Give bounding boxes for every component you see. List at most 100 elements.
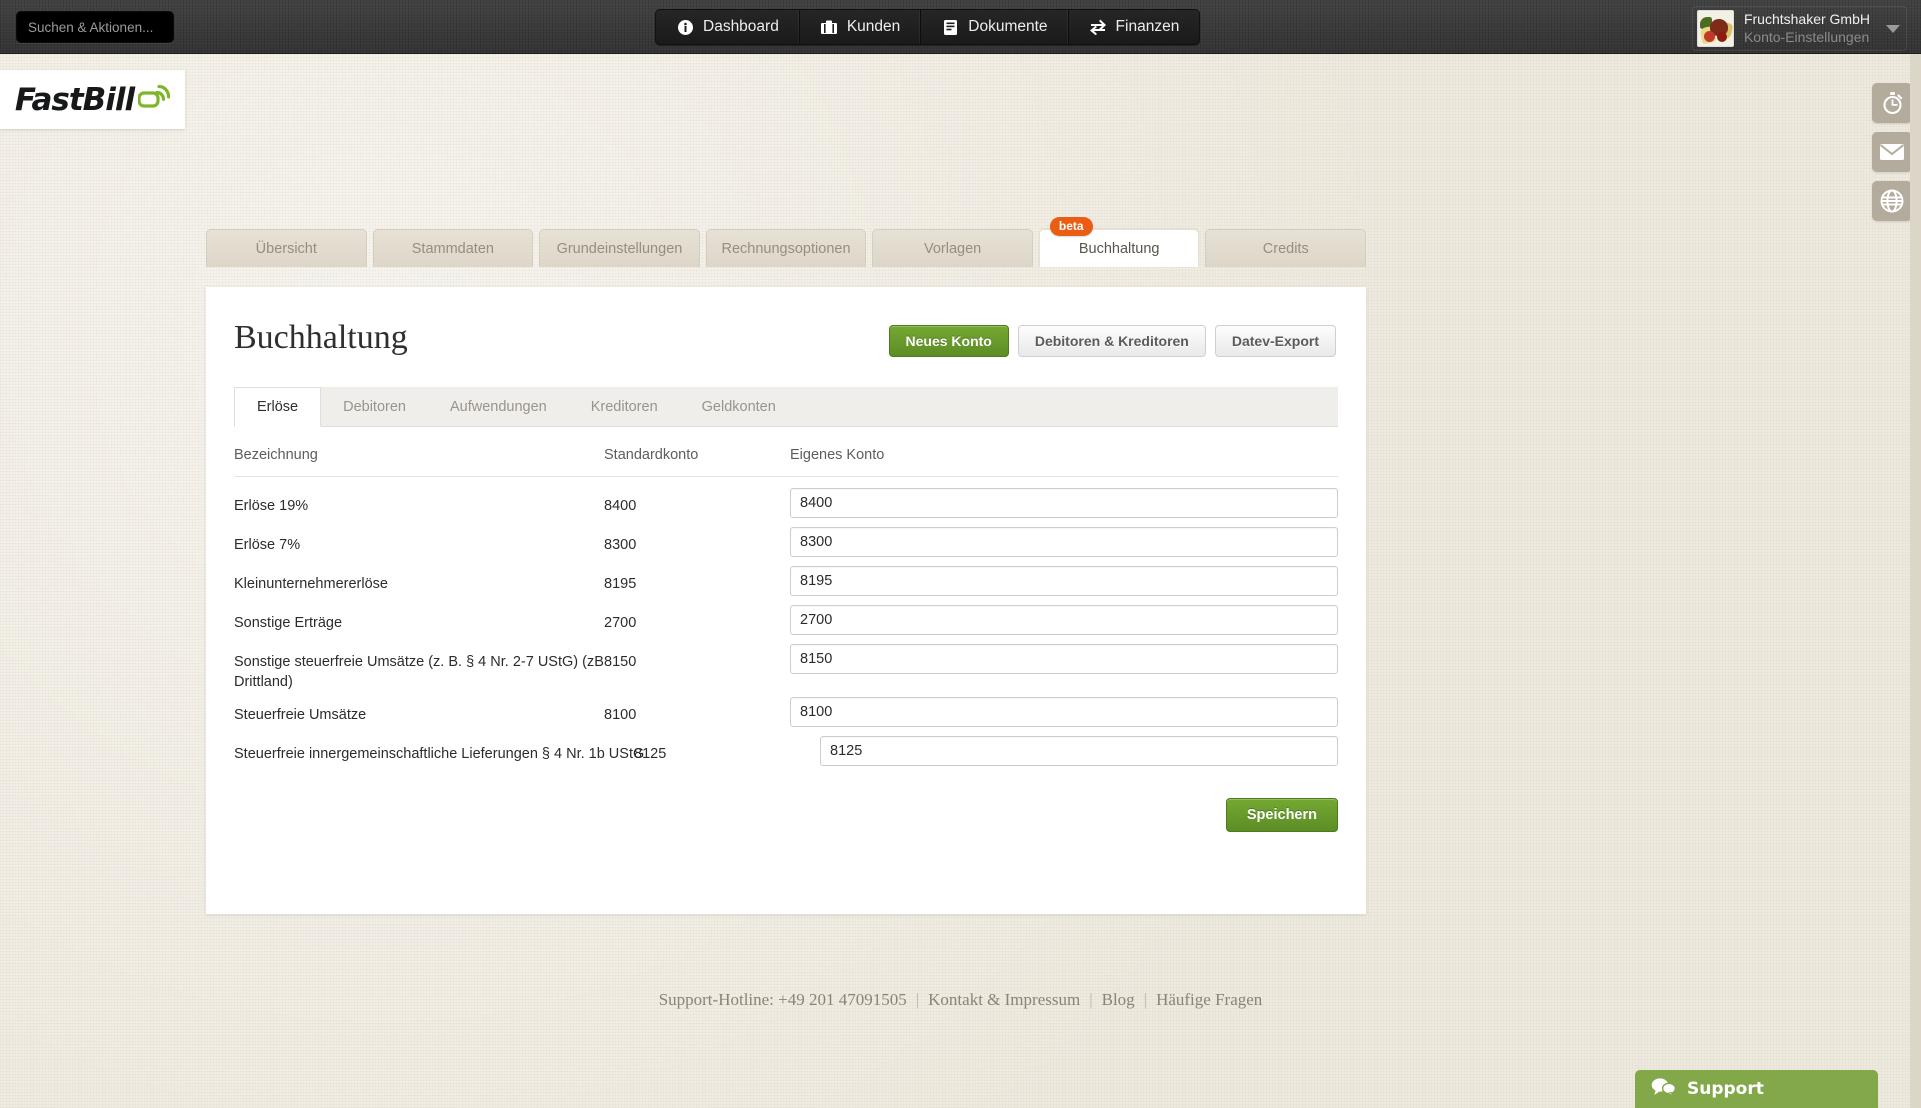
column-header-standardkonto: Standardkonto <box>604 447 699 463</box>
table-header-row: Bezeichnung Standardkonto Eigenes Konto <box>234 447 1338 477</box>
datev-export-button[interactable]: Datev-Export <box>1214 325 1336 357</box>
utility-rail <box>1872 83 1912 221</box>
nav-item-label: Dokumente <box>968 18 1048 35</box>
tab-label: Credits <box>1262 240 1309 257</box>
nav-item-dashboard[interactable]: Dashboard <box>656 10 800 44</box>
tab-kreditoren[interactable]: Kreditoren <box>569 387 680 426</box>
info-icon <box>676 18 694 36</box>
brand-name: FastBill <box>14 81 135 118</box>
chat-bubble-icon <box>1651 1077 1677 1101</box>
cell-bezeichnung: Steuerfreie innergemeinschaftliche Liefe… <box>234 746 645 763</box>
briefcase-icon <box>820 18 838 36</box>
account-menu[interactable]: Fruchtshaker GmbH Konto-Einstellungen <box>1691 6 1907 51</box>
top-bar: Suchen & Aktionen... Dashboard Kunden Do… <box>0 0 1921 54</box>
cell-bezeichnung: Kleinunternehmererlöse <box>234 576 388 592</box>
brand-logo[interactable]: FastBill <box>0 70 185 129</box>
tab-label: Debitoren <box>343 398 406 415</box>
footer-link-blog[interactable]: Blog <box>1093 990 1144 1009</box>
cell-bezeichnung: Sonstige steuerfreie Umsätze (z. B. § 4 … <box>234 654 604 690</box>
tab-geldkonten[interactable]: Geldkonten <box>680 387 798 426</box>
cell-bezeichnung: Erlöse 7% <box>234 537 301 553</box>
eigenes-konto-input[interactable] <box>790 527 1338 557</box>
table-row: Erlöse 7% 8300 <box>234 527 1338 561</box>
save-button[interactable]: Speichern <box>1225 798 1338 833</box>
tab-buchhaltung[interactable]: beta Buchhaltung <box>1038 217 1200 267</box>
tab-uebersicht[interactable]: Übersicht <box>206 229 367 267</box>
avatar <box>1696 10 1734 47</box>
nav-item-label: Kunden <box>846 18 901 35</box>
settings-tabs: Übersicht Stammdaten Grundeinstellungen … <box>206 217 1367 267</box>
cell-standardkonto: 8100 <box>604 707 637 724</box>
cell-standardkonto: 8300 <box>604 537 637 553</box>
eigenes-konto-input[interactable] <box>790 488 1338 518</box>
table-row: Sonstige steuerfreie Umsätze (z. B. § 4 … <box>234 644 1338 692</box>
tab-debitoren[interactable]: Debitoren <box>321 387 428 426</box>
tab-label: Kreditoren <box>590 398 658 415</box>
accounts-table: Bezeichnung Standardkonto Eigenes Konto … <box>234 427 1338 770</box>
page-actions: Neues Konto Debitoren & Kreditoren Datev… <box>888 321 1336 357</box>
footer-link-faq[interactable]: Häufige Fragen <box>1147 990 1271 1009</box>
table-body: Erlöse 19% 8400 Erlöse 7% 8300 Kleinunte… <box>234 477 1338 770</box>
footer-link-kontakt[interactable]: Kontakt & Impressum <box>919 990 1089 1009</box>
neues-konto-button[interactable]: Neues Konto <box>888 325 1009 357</box>
account-settings-link[interactable]: Konto-Einstellungen <box>1744 29 1870 47</box>
search-input[interactable]: Suchen & Aktionen... <box>16 11 174 43</box>
cell-standardkonto: 8150 <box>604 654 637 670</box>
tab-aufwendungen[interactable]: Aufwendungen <box>428 387 569 426</box>
tab-label: Grundeinstellungen <box>556 240 683 257</box>
eigenes-konto-input[interactable] <box>790 605 1338 635</box>
account-name: Fruchtshaker GmbH <box>1743 11 1870 27</box>
table-row: Erlöse 19% 8400 <box>234 488 1338 522</box>
fastbill-signal-icon <box>137 83 171 116</box>
debitoren-kreditoren-button[interactable]: Debitoren & Kreditoren <box>1017 325 1206 357</box>
tab-stammdaten[interactable]: Stammdaten <box>372 229 534 267</box>
table-row: Sonstige Erträge 2700 <box>234 605 1338 639</box>
content-panel: Buchhaltung Neues Konto Debitoren & Kred… <box>206 287 1366 914</box>
tab-label: Erlöse <box>257 399 299 415</box>
footer: Support-Hotline: +49 201 47091505 | Kontak… <box>0 990 1921 1010</box>
support-hotline: Support-Hotline: +49 201 47091505 <box>658 990 907 1009</box>
eigenes-konto-input[interactable] <box>790 644 1338 674</box>
tab-label: Stammdaten <box>411 240 494 257</box>
cell-bezeichnung: Steuerfreie Umsätze <box>234 707 367 724</box>
account-type-tabs: Erlöse Debitoren Aufwendungen Kreditoren… <box>234 387 1338 427</box>
column-header-eigenes-konto: Eigenes Konto <box>790 447 885 463</box>
tab-vorlagen[interactable]: Vorlagen <box>872 229 1033 267</box>
tab-label: Übersicht <box>255 240 317 257</box>
cell-standardkonto: 2700 <box>604 615 637 631</box>
nav-item-label: Finanzen <box>1115 18 1180 35</box>
chevron-down-icon[interactable] <box>1886 24 1900 33</box>
nav-item-label: Dashboard <box>703 18 779 35</box>
column-header-bezeichnung: Bezeichnung <box>234 447 318 463</box>
envelope-icon[interactable] <box>1872 132 1912 172</box>
tab-credits[interactable]: Credits <box>1205 229 1367 267</box>
scrollbar-track[interactable] <box>1910 54 1921 1108</box>
tab-label: Aufwendungen <box>449 398 547 415</box>
nav-item-finanzen[interactable]: Finanzen <box>1068 10 1200 44</box>
eigenes-konto-input[interactable] <box>820 736 1338 767</box>
eigenes-konto-input[interactable] <box>790 566 1338 596</box>
globe-icon[interactable] <box>1872 181 1912 221</box>
support-label: Support <box>1687 1079 1764 1099</box>
cell-standardkonto: 8195 <box>604 576 637 592</box>
stopwatch-icon[interactable] <box>1872 83 1912 123</box>
support-widget[interactable]: Support <box>1635 1070 1878 1108</box>
beta-badge: beta <box>1049 217 1093 236</box>
nav-item-dokumente[interactable]: Dokumente <box>921 10 1069 44</box>
tab-rechnungsoptionen[interactable]: Rechnungsoptionen <box>705 229 867 267</box>
document-icon <box>941 18 959 36</box>
main-navigation: Dashboard Kunden Dokumente Finanzen <box>655 9 1201 45</box>
table-row: Steuerfreie innergemeinschaftliche Liefe… <box>234 736 1338 770</box>
eigenes-konto-input[interactable] <box>790 697 1338 728</box>
cell-standardkonto: 8400 <box>604 498 637 514</box>
cell-standardkonto: 8125 <box>634 746 667 763</box>
tab-label: Rechnungsoptionen <box>721 240 851 257</box>
tab-grundeinstellungen[interactable]: Grundeinstellungen <box>539 229 700 267</box>
tab-erloese[interactable]: Erlöse <box>234 387 322 427</box>
panel-header: Buchhaltung Neues Konto Debitoren & Kred… <box>206 287 1366 357</box>
cell-bezeichnung: Sonstige Erträge <box>234 615 343 631</box>
tab-label: Geldkonten <box>701 398 776 415</box>
page-title: Buchhaltung <box>234 319 408 356</box>
nav-item-kunden[interactable]: Kunden <box>799 10 922 44</box>
transfer-icon <box>1089 18 1107 36</box>
